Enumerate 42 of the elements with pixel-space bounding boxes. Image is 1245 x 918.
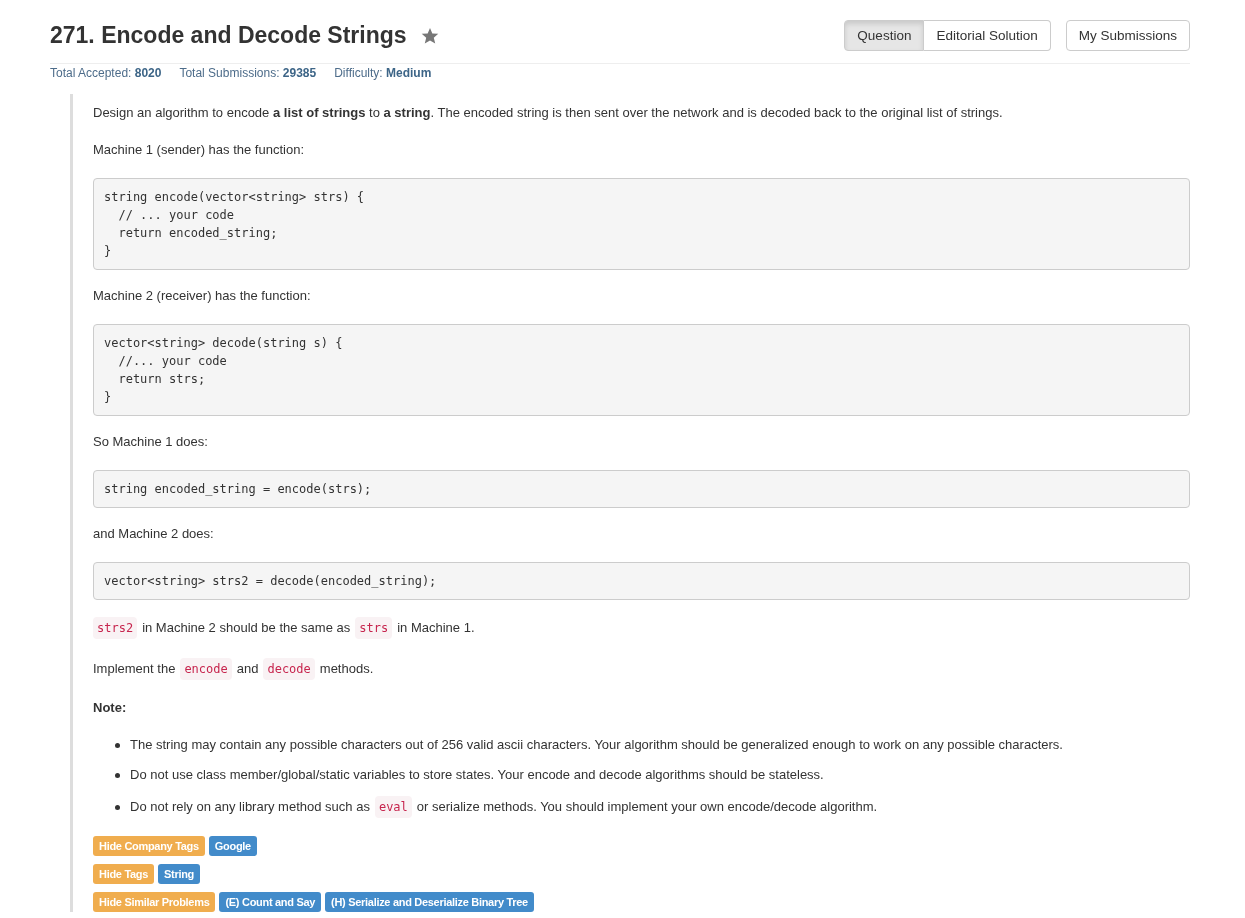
hide-tags-button[interactable]: Hide Company Tags xyxy=(93,836,205,856)
list-item-text: or serialize methods. You should implement your own encode/decode algorithm. xyxy=(416,798,878,816)
tag-label[interactable]: (E) Count and Say xyxy=(219,892,322,912)
tag-label[interactable]: Google xyxy=(208,836,257,856)
inline-code: strs2 xyxy=(93,617,138,639)
list-item-text: Do not use class member/global/static variables to store states. Your encode and decode algorithms should be stateless. xyxy=(130,766,824,784)
paragraph-text: Note: xyxy=(93,699,127,717)
paragraph-text: Design an algorithm to encode a list of strings to a string. The encoded string is then sent over the network and is decoded back to the original list of strings. xyxy=(93,104,1003,122)
list-item-text: Do not rely on any library method such as xyxy=(130,798,370,816)
hide-tags-button[interactable]: Hide Tags xyxy=(93,864,155,884)
tab[interactable]: Question xyxy=(844,20,925,51)
paragraph-text: and Machine 2 does: xyxy=(93,525,214,543)
paragraph-text: Machine 1 (sender) has the function: xyxy=(93,141,304,159)
inline-code: encode xyxy=(180,658,232,680)
bullet-icon xyxy=(115,772,120,778)
code-block: vector<string> decode(string s) { //... your code return strs; } xyxy=(93,324,1190,416)
tab[interactable]: Editorial Solution xyxy=(924,20,1051,51)
paragraph-text: methods. xyxy=(319,660,374,678)
list-item-text: The string may contain any possible characters out of 256 valid ascii characters. Your algorithm should be generalized enough to work on any possible characters. xyxy=(130,736,1063,754)
code-block: string encoded_string = encode(strs); xyxy=(93,470,1190,508)
inline-code: decode xyxy=(263,658,315,680)
code-block: string encode(vector<string> strs) { // ... your code return encoded_string; } xyxy=(93,178,1190,270)
paragraph-text: and xyxy=(236,660,259,678)
inline-code: eval xyxy=(374,796,412,818)
paragraph-text: Implement the xyxy=(93,660,176,678)
tag-label[interactable]: String xyxy=(158,864,201,884)
code-block: vector<string> strs2 = decode(encoded_string); xyxy=(93,562,1190,600)
stat-text: Total Submissions: 29385 xyxy=(179,66,317,80)
tag-label[interactable]: (H) Serialize and Deserialize Binary Tree xyxy=(325,892,534,912)
paragraph-text: in Machine 1. xyxy=(397,619,475,637)
my-submissions-button[interactable]: My Submissions xyxy=(1065,20,1190,51)
bullet-icon xyxy=(115,742,120,748)
stat-text: Total Accepted: 8020 xyxy=(50,66,162,80)
problem-title: 271. Encode and Decode Strings xyxy=(50,22,407,49)
paragraph-text: in Machine 2 should be the same as xyxy=(142,619,351,637)
star-icon[interactable] xyxy=(420,26,439,45)
bullet-icon xyxy=(115,804,120,810)
inline-code: strs xyxy=(355,617,393,639)
paragraph-text: Machine 2 (receiver) has the function: xyxy=(93,287,311,305)
stat-text: Difficulty: Medium xyxy=(334,66,432,80)
paragraph-text: So Machine 1 does: xyxy=(93,433,208,451)
hide-tags-button[interactable]: Hide Similar Problems xyxy=(93,892,216,912)
